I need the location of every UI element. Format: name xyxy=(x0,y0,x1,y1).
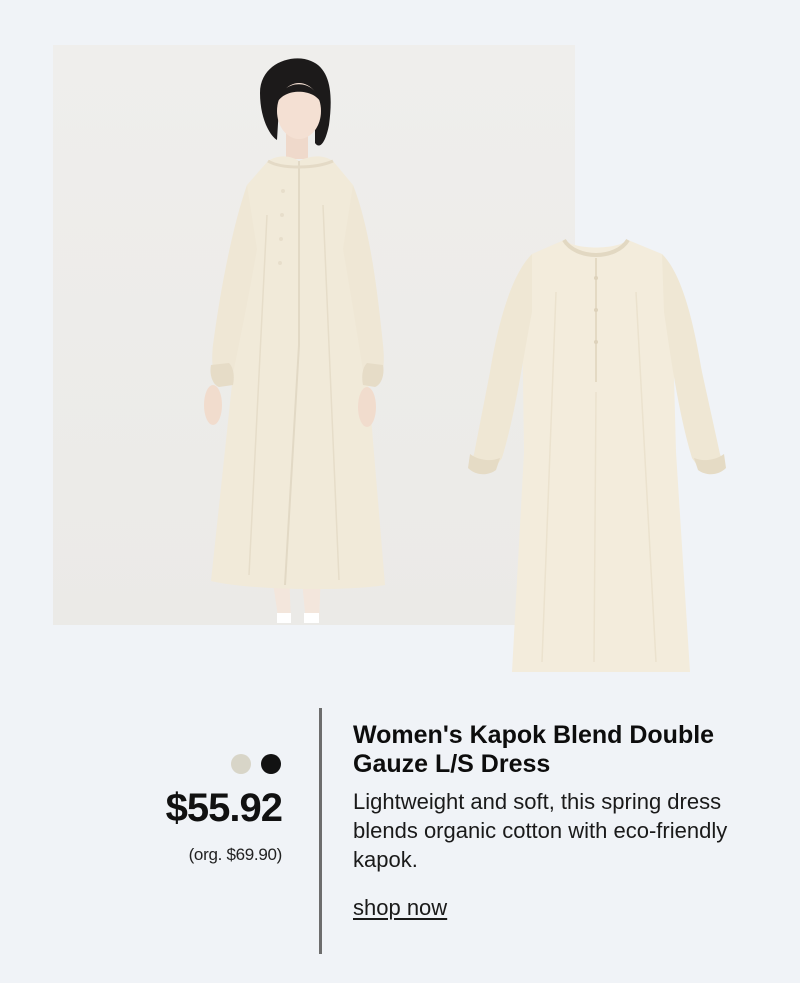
dress-illustration xyxy=(468,238,726,672)
color-swatches xyxy=(231,754,281,774)
shop-now-link[interactable]: shop now xyxy=(353,895,447,921)
swatch-ecru[interactable] xyxy=(231,754,251,774)
sale-price: $55.92 xyxy=(165,786,283,830)
swatch-black[interactable] xyxy=(261,754,281,774)
vertical-divider xyxy=(319,708,322,954)
flat-lay-photo[interactable] xyxy=(466,232,728,676)
product-title: Women's Kapok Blend Double Gauze L/S Dre… xyxy=(353,721,715,778)
product-description: Lightweight and soft, this spring dress … xyxy=(353,789,728,872)
product-card: $55.92 (org. $69.90) Women's Kapok Blend… xyxy=(0,0,800,983)
original-price: (org. $69.90) xyxy=(188,845,283,864)
